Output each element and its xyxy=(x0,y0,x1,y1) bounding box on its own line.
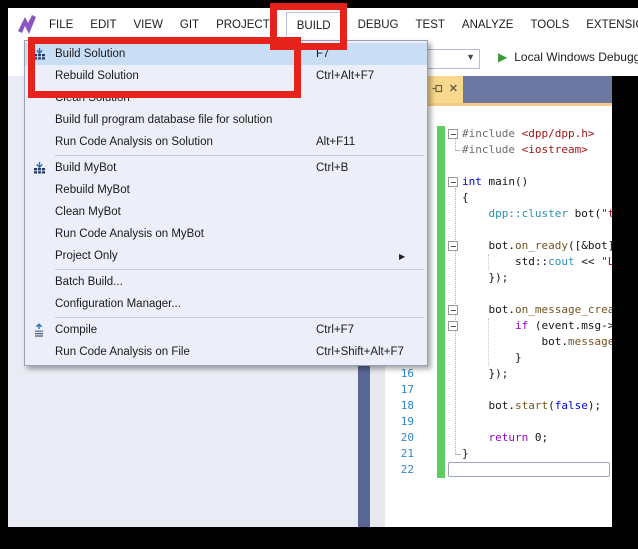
code-line: if (event.msg-> xyxy=(462,318,612,334)
menu-item-label: Run Code Analysis on File xyxy=(55,346,190,358)
line-number: 21 xyxy=(385,446,414,462)
menu-item-batch-build[interactable]: Batch Build... xyxy=(25,271,427,293)
line-number: 20 xyxy=(385,430,414,446)
menu-item-compile[interactable]: Compile Ctrl+F7 xyxy=(25,319,427,341)
menubar-item-analyze[interactable]: ANALYZE xyxy=(461,12,515,38)
menu-item-shortcut: F7 xyxy=(316,48,329,60)
menu-item-label: Build Solution xyxy=(55,48,125,60)
outline-guide-tick xyxy=(455,150,460,151)
menu-item-shortcut: Ctrl+Alt+F7 xyxy=(316,70,374,82)
menu-item-label: Build full program database file for sol… xyxy=(55,114,272,126)
menubar-item-tools[interactable]: TOOLS xyxy=(529,12,570,38)
menubar-item-edit[interactable]: EDIT xyxy=(89,12,117,38)
code-line: bot.on_message_crea xyxy=(462,302,612,318)
menu-item-project-only[interactable]: Project Only ▶ xyxy=(25,245,427,267)
menu-item-shortcut: Ctrl+Shift+Alt+F7 xyxy=(316,346,404,358)
code-line: #include <dpp/dpp.h> xyxy=(462,126,612,142)
code-line: }); xyxy=(462,366,612,382)
code-line: std::cout << "L xyxy=(462,254,612,270)
menu-item-label: Compile xyxy=(55,324,97,336)
menu-item-label: Run Code Analysis on Solution xyxy=(55,136,213,148)
menu-separator xyxy=(55,155,424,156)
collapse-toggle[interactable] xyxy=(448,321,458,331)
menu-item-build-full-program-database-file-for-solution[interactable]: Build full program database file for sol… xyxy=(25,109,427,131)
pin-icon[interactable] xyxy=(432,81,443,99)
start-debug-button[interactable]: ▶ Local Windows Debugger xyxy=(498,50,638,64)
code-line xyxy=(462,414,612,430)
menu-item-run-code-analysis-on-file[interactable]: Run Code Analysis on File Ctrl+Shift+Alt+… xyxy=(25,341,427,363)
code-line xyxy=(462,286,612,302)
code-line xyxy=(462,158,612,174)
line-number: 16 xyxy=(385,366,414,382)
menu-item-label: Clean MyBot xyxy=(55,206,121,218)
code-line: return 0; xyxy=(462,430,612,446)
menubar-item-project[interactable]: PROJECT xyxy=(215,12,271,38)
menubar-item-build[interactable]: BUILD xyxy=(286,12,342,39)
code-line: int main() xyxy=(462,174,612,190)
collapse-toggle[interactable] xyxy=(448,241,458,251)
menu-item-shortcut: Ctrl+F7 xyxy=(316,324,354,336)
code-line: bot.on_ready([&bot] xyxy=(462,238,612,254)
compile-icon xyxy=(31,322,47,338)
menu-item-label: Run Code Analysis on MyBot xyxy=(55,228,204,240)
menubar-item-extensions[interactable]: EXTENSIONS xyxy=(585,12,638,38)
menubar-item-view[interactable]: VIEW xyxy=(133,12,164,38)
outline-guide-tick xyxy=(455,454,461,455)
code-line: #include <iostream> xyxy=(462,142,612,158)
menu-item-rebuild-mybot[interactable]: Rebuild MyBot xyxy=(25,179,427,201)
menu-item-label: Rebuild MyBot xyxy=(55,184,130,196)
code-line: bot.start(false); xyxy=(462,398,612,414)
code-line xyxy=(462,382,612,398)
outline-guide xyxy=(455,138,456,150)
collapse-toggle[interactable] xyxy=(448,129,458,139)
current-line-box xyxy=(448,462,610,477)
code-line: bot.message xyxy=(462,334,612,350)
code-line: }); xyxy=(462,270,612,286)
menu-item-build-solution[interactable]: Build Solution F7 xyxy=(25,43,427,65)
menu-item-label: Clean Solution xyxy=(55,92,130,104)
menubar-item-git[interactable]: GIT xyxy=(179,12,200,38)
track-changes-margin xyxy=(437,126,445,478)
build-menu: Build Solution F7 Rebuild Solution Ctrl+Alt… xyxy=(24,40,428,366)
menu-item-label: Batch Build... xyxy=(55,276,123,288)
code-line: } xyxy=(462,446,612,462)
collapse-toggle[interactable] xyxy=(448,305,458,315)
code-line: { xyxy=(462,190,612,206)
chevron-down-icon: ▼ xyxy=(466,52,475,62)
code-line xyxy=(462,222,612,238)
menubar-item-test[interactable]: TEST xyxy=(415,12,446,38)
line-number: 17 xyxy=(385,382,414,398)
code-line: dpp::cluster bot("t xyxy=(462,206,612,222)
menu-bar: FILE EDIT VIEW GIT PROJECT BUILD DEBUG TEST ANAL… xyxy=(8,8,638,42)
menu-item-run-code-analysis-on-mybot[interactable]: Run Code Analysis on MyBot xyxy=(25,223,427,245)
build-icon xyxy=(31,160,47,176)
line-number: 18 xyxy=(385,398,414,414)
menu-item-label: Build MyBot xyxy=(55,162,116,174)
menu-item-build-mybot[interactable]: Build MyBot Ctrl+B xyxy=(25,157,427,179)
start-debug-label: Local Windows Debugger xyxy=(514,50,638,64)
menu-item-clean-solution[interactable]: Clean Solution xyxy=(25,87,427,109)
menu-separator xyxy=(55,269,424,270)
close-icon[interactable]: ✕ xyxy=(449,84,458,95)
submenu-arrow-icon: ▶ xyxy=(399,252,405,261)
menubar-item-debug[interactable]: DEBUG xyxy=(357,12,400,38)
line-number: 19 xyxy=(385,414,414,430)
build-icon xyxy=(31,46,47,62)
menubar-item-file[interactable]: FILE xyxy=(48,12,74,38)
menu-item-run-code-analysis-on-solution[interactable]: Run Code Analysis on Solution Alt+F11 xyxy=(25,131,427,153)
menu-item-clean-mybot[interactable]: Clean MyBot xyxy=(25,201,427,223)
menu-item-label: Rebuild Solution xyxy=(55,70,139,82)
code-line: } xyxy=(462,350,612,366)
collapse-toggle[interactable] xyxy=(448,177,458,187)
visual-studio-logo-icon xyxy=(15,14,39,36)
play-icon: ▶ xyxy=(498,51,507,63)
menu-item-configuration-manager[interactable]: Configuration Manager... xyxy=(25,293,427,315)
menu-item-shortcut: Alt+F11 xyxy=(316,136,355,148)
menu-item-label: Project Only xyxy=(55,250,118,262)
menu-separator xyxy=(55,317,424,318)
menu-item-rebuild-solution[interactable]: Rebuild Solution Ctrl+Alt+F7 xyxy=(25,65,427,87)
menu-item-label: Configuration Manager... xyxy=(55,298,181,310)
menu-item-shortcut: Ctrl+B xyxy=(316,162,348,174)
line-number: 22 xyxy=(385,462,414,478)
